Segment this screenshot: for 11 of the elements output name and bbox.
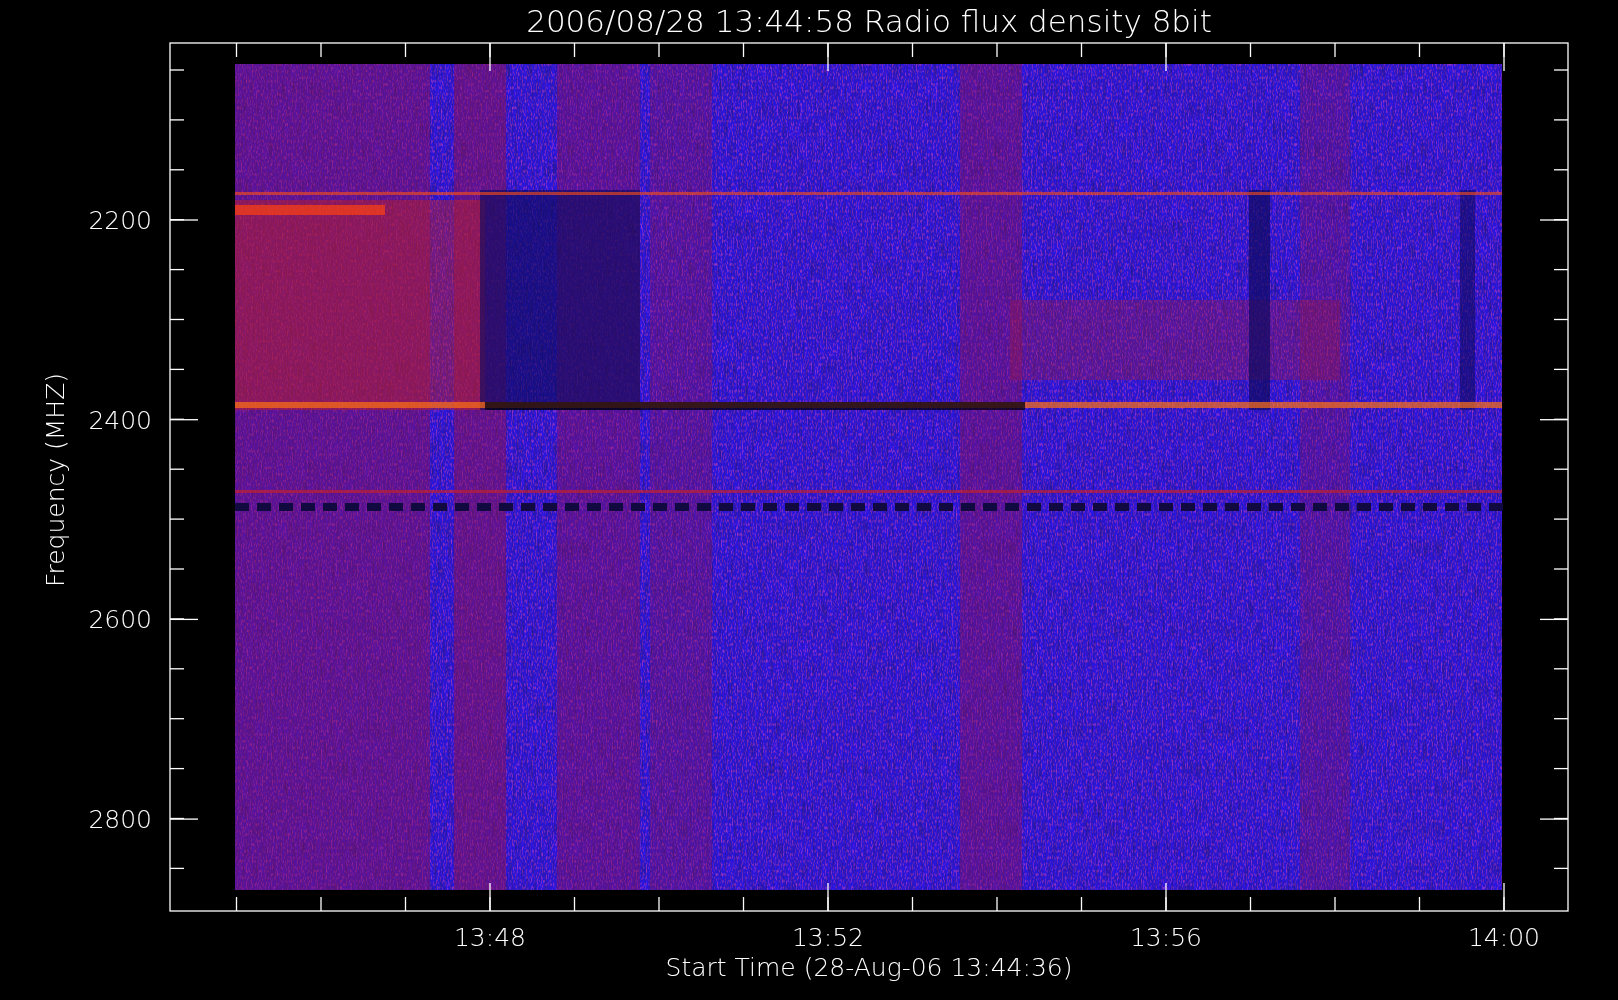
x-tick-label: 13:52 [792, 923, 864, 952]
x-axis-label: Start Time (28-Aug-06 13:44:36) [665, 953, 1073, 982]
y-tick-label: 2400 [88, 405, 152, 435]
chart-title: 2006/08/28 13:44:58 Radio flux density 8bit [526, 3, 1212, 39]
x-tick-label: 14:00 [1468, 923, 1540, 952]
y-axis-label: Frequency (MHZ) [41, 372, 70, 588]
y-tick-label: 2800 [88, 805, 152, 835]
x-tick-label: 13:48 [454, 923, 526, 952]
x-tick-label: 13:56 [1130, 923, 1202, 952]
y-tick-label: 2600 [88, 605, 152, 635]
y-tick-label: 2200 [88, 206, 152, 235]
